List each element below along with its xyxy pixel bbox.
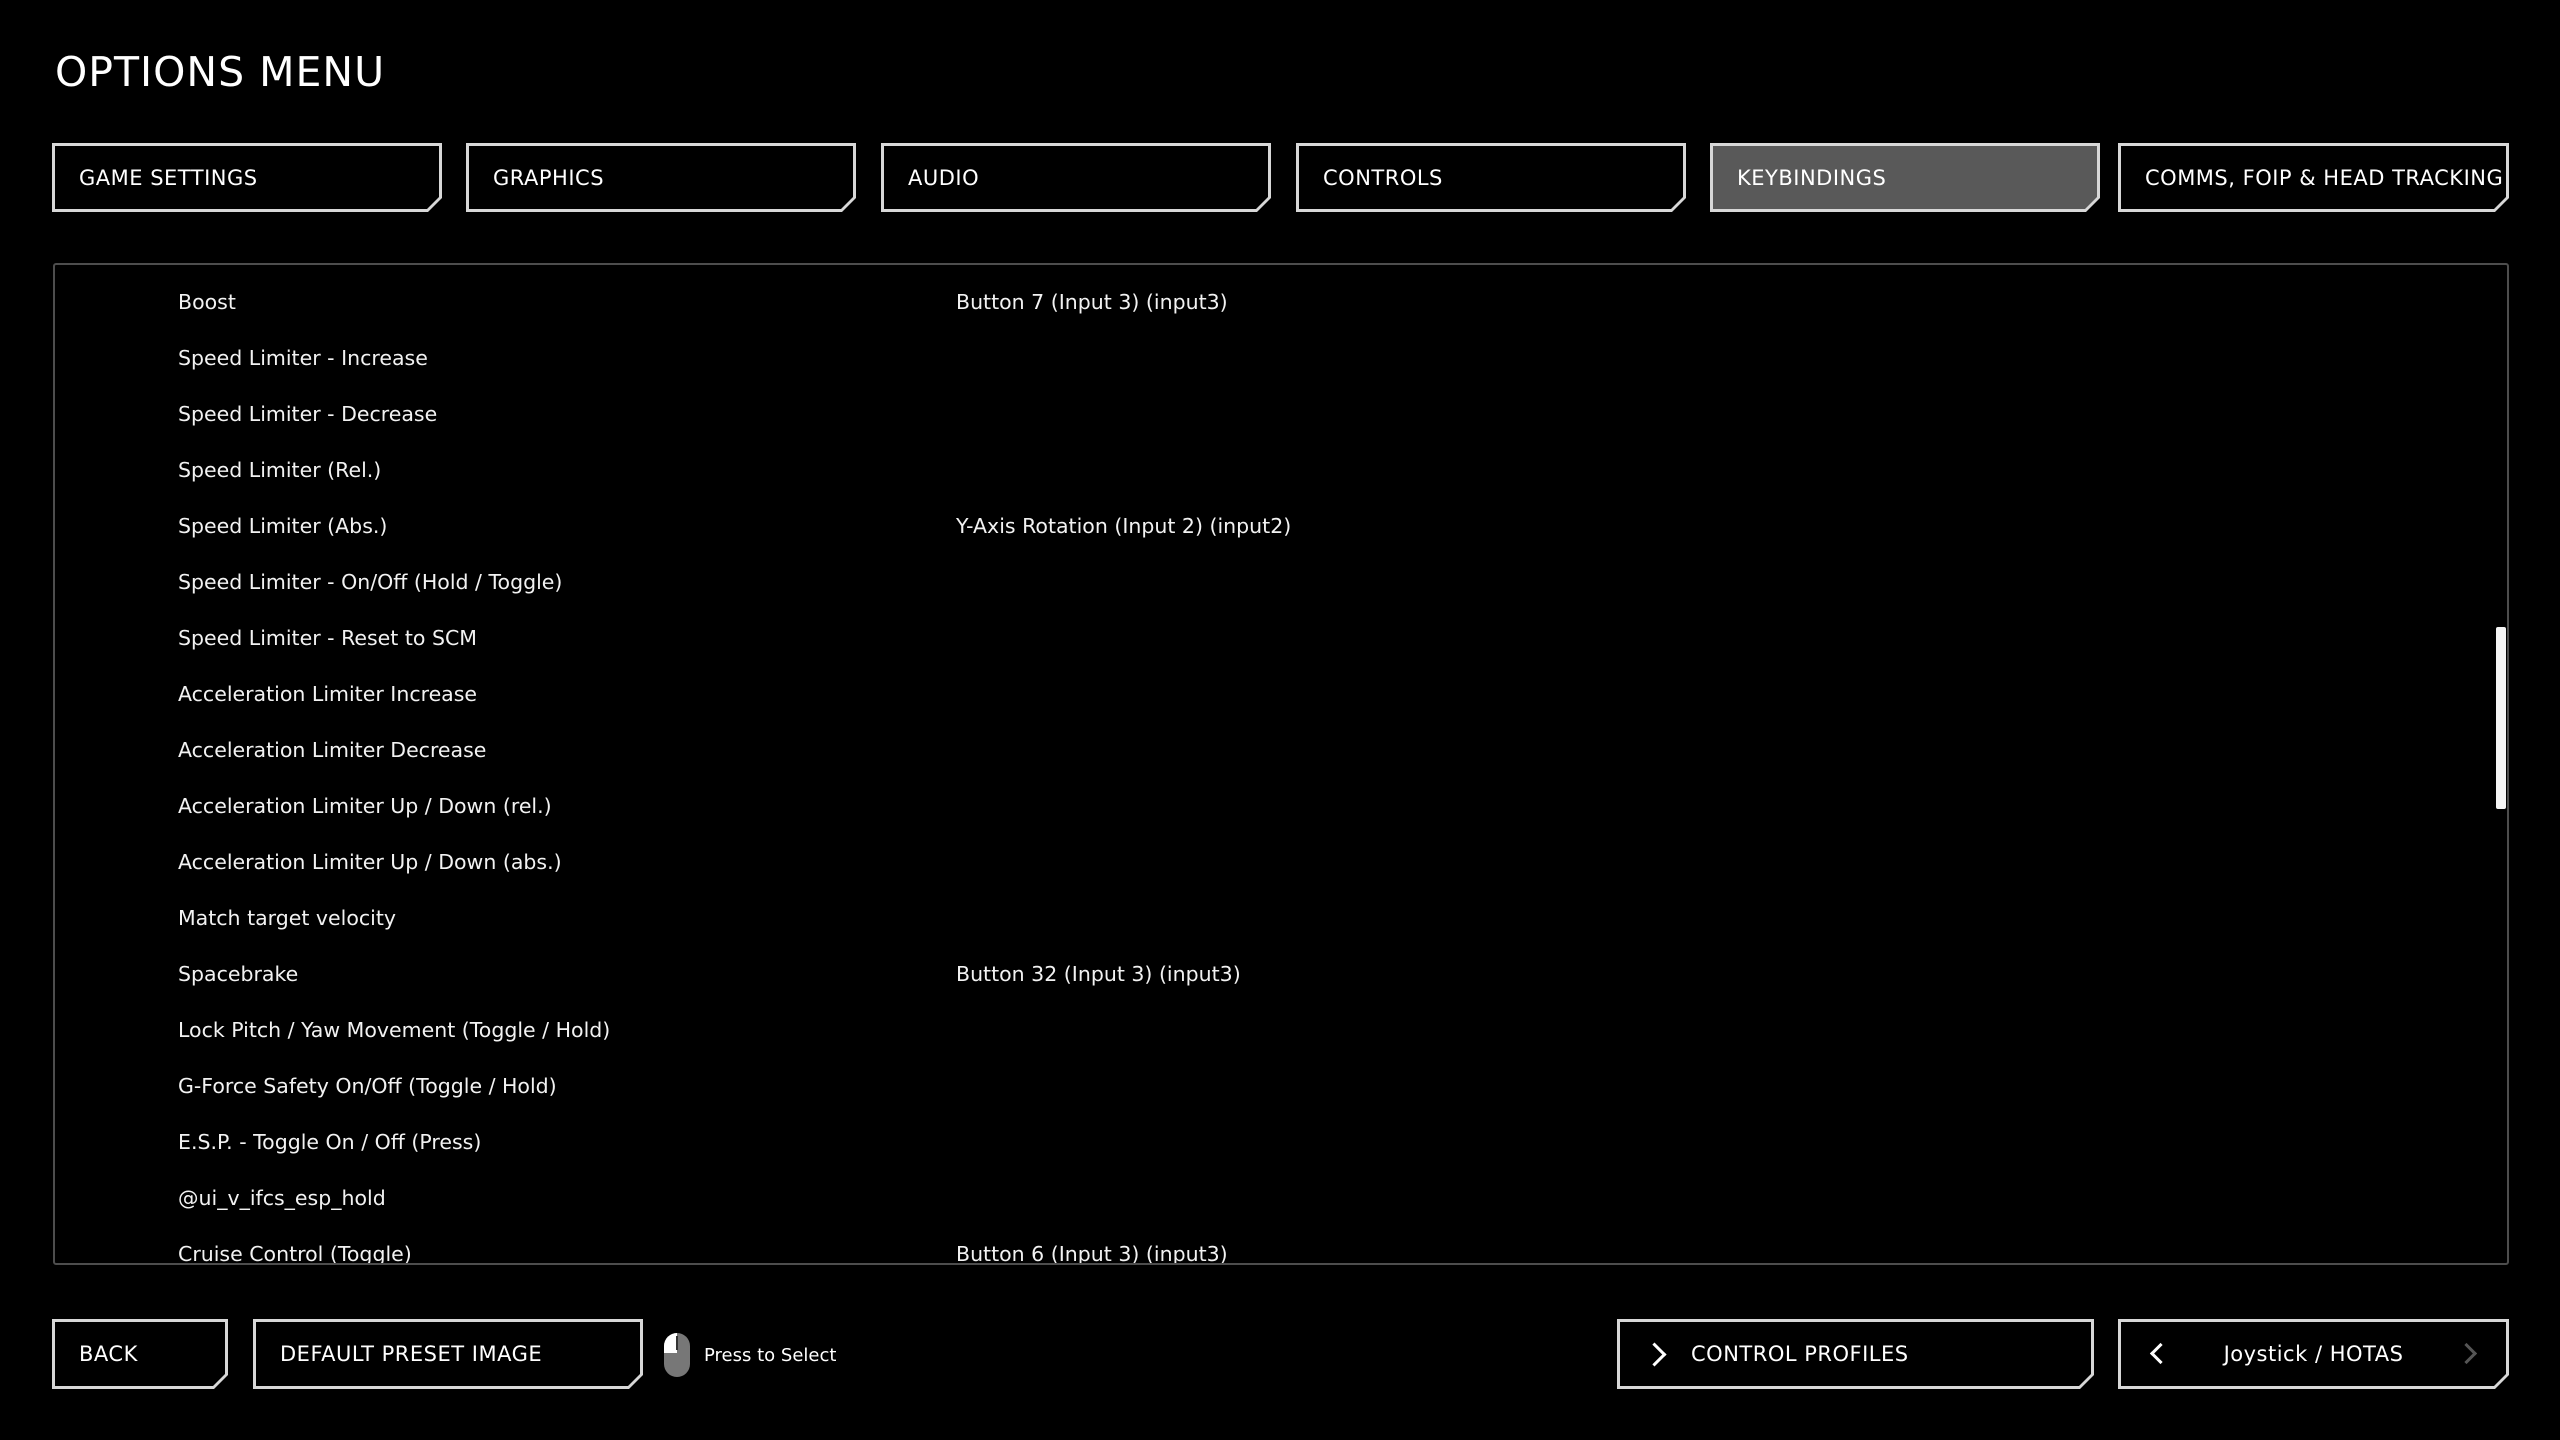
action-label: Acceleration Limiter Up / Down (abs.) bbox=[178, 850, 562, 874]
control-profiles-content: CONTROL PROFILES bbox=[1620, 1322, 2091, 1386]
binding-value: Button 32 (Input 3) (input3) bbox=[956, 962, 1241, 986]
action-label: Speed Limiter - On/Off (Hold / Toggle) bbox=[178, 570, 563, 594]
action-label: Speed Limiter - Increase bbox=[178, 346, 428, 370]
binding-value: Y-Axis Rotation (Input 2) (input2) bbox=[956, 514, 1292, 538]
action-label: Acceleration Limiter Increase bbox=[178, 682, 478, 706]
list-item[interactable]: E.S.P. - Toggle On / Off (Press) bbox=[55, 1114, 2507, 1170]
binding-value: Button 6 (Input 3) (input3) bbox=[956, 1242, 1228, 1265]
action-label: Match target velocity bbox=[178, 906, 397, 930]
tab-label: GRAPHICS bbox=[469, 146, 853, 209]
list-item[interactable]: Speed Limiter - On/Off (Hold / Toggle) bbox=[55, 554, 2507, 610]
list-item[interactable]: @ui_v_ifcs_esp_hold bbox=[55, 1170, 2507, 1226]
action-label: Speed Limiter - Reset to SCM bbox=[178, 626, 477, 650]
action-label: Acceleration Limiter Decrease bbox=[178, 738, 487, 762]
action-label: E.S.P. - Toggle On / Off (Press) bbox=[178, 1130, 482, 1154]
action-label: Boost bbox=[178, 290, 236, 314]
tab-label: AUDIO bbox=[884, 146, 1268, 209]
action-label: Speed Limiter (Abs.) bbox=[178, 514, 388, 538]
action-label: @ui_v_ifcs_esp_hold bbox=[178, 1186, 386, 1210]
action-label: Spacebrake bbox=[178, 962, 299, 986]
page-title: OPTIONS MENU bbox=[55, 48, 386, 96]
chevron-right-icon[interactable] bbox=[2456, 1343, 2477, 1364]
list-item[interactable]: Acceleration Limiter Increase bbox=[55, 666, 2507, 722]
list-item[interactable]: Acceleration Limiter Up / Down (rel.) bbox=[55, 778, 2507, 834]
list-item[interactable]: Boost Button 7 (Input 3) (input3) bbox=[55, 274, 2507, 330]
tab-label: GAME SETTINGS bbox=[55, 146, 439, 209]
control-profiles-button[interactable]: CONTROL PROFILES bbox=[1617, 1319, 2094, 1389]
chevron-left-icon[interactable] bbox=[2150, 1343, 2171, 1364]
list-item[interactable]: Speed Limiter (Rel.) bbox=[55, 442, 2507, 498]
tab-keybindings[interactable]: KEYBINDINGS bbox=[1710, 143, 2100, 212]
action-label: Cruise Control (Toggle) bbox=[178, 1242, 412, 1265]
hint-label: Press to Select bbox=[704, 1344, 837, 1366]
tab-audio[interactable]: AUDIO bbox=[881, 143, 1271, 212]
list-item[interactable]: G-Force Safety On/Off (Toggle / Hold) bbox=[55, 1058, 2507, 1114]
list-item[interactable]: Acceleration Limiter Decrease bbox=[55, 722, 2507, 778]
action-label: Speed Limiter - Decrease bbox=[178, 402, 438, 426]
device-label: Joystick / HOTAS bbox=[2223, 1342, 2404, 1366]
keybindings-list[interactable]: Boost Button 7 (Input 3) (input3) Speed … bbox=[53, 263, 2509, 1265]
tab-controls[interactable]: CONTROLS bbox=[1296, 143, 1686, 212]
chevron-right-icon bbox=[1642, 1342, 1666, 1366]
mouse-left-click-icon bbox=[664, 1333, 690, 1377]
default-preset-image-button[interactable]: DEFAULT PRESET IMAGE bbox=[253, 1319, 643, 1389]
tab-label: COMMS, FOIP & HEAD TRACKING bbox=[2121, 146, 2506, 209]
tab-label: KEYBINDINGS bbox=[1713, 146, 2097, 209]
select-hint: Press to Select bbox=[664, 1332, 836, 1378]
action-label: G-Force Safety On/Off (Toggle / Hold) bbox=[178, 1074, 557, 1098]
back-label: BACK bbox=[55, 1322, 225, 1386]
control-profiles-label: CONTROL PROFILES bbox=[1691, 1342, 1909, 1366]
list-item[interactable]: Cruise Control (Toggle) Button 6 (Input … bbox=[55, 1226, 2507, 1265]
list-item[interactable]: Match target velocity bbox=[55, 890, 2507, 946]
tab-comms-foip-head-tracking[interactable]: COMMS, FOIP & HEAD TRACKING bbox=[2118, 143, 2509, 212]
tab-game-settings[interactable]: GAME SETTINGS bbox=[52, 143, 442, 212]
device-selector-content: Joystick / HOTAS bbox=[2121, 1322, 2506, 1386]
list-item[interactable]: Speed Limiter - Reset to SCM bbox=[55, 610, 2507, 666]
scrollbar-thumb[interactable] bbox=[2496, 627, 2506, 809]
tab-label: CONTROLS bbox=[1299, 146, 1683, 209]
action-label: Acceleration Limiter Up / Down (rel.) bbox=[178, 794, 552, 818]
list-item[interactable]: Speed Limiter (Abs.) Y-Axis Rotation (In… bbox=[55, 498, 2507, 554]
list-item[interactable]: Speed Limiter - Decrease bbox=[55, 386, 2507, 442]
back-button[interactable]: BACK bbox=[52, 1319, 228, 1389]
default-preset-label: DEFAULT PRESET IMAGE bbox=[256, 1322, 640, 1386]
action-label: Lock Pitch / Yaw Movement (Toggle / Hold… bbox=[178, 1018, 611, 1042]
action-label: Speed Limiter (Rel.) bbox=[178, 458, 382, 482]
device-selector[interactable]: Joystick / HOTAS bbox=[2118, 1319, 2509, 1389]
list-item[interactable]: Lock Pitch / Yaw Movement (Toggle / Hold… bbox=[55, 1002, 2507, 1058]
list-item[interactable]: Speed Limiter - Increase bbox=[55, 330, 2507, 386]
list-item[interactable]: Spacebrake Button 32 (Input 3) (input3) bbox=[55, 946, 2507, 1002]
list-item[interactable]: Acceleration Limiter Up / Down (abs.) bbox=[55, 834, 2507, 890]
binding-value: Button 7 (Input 3) (input3) bbox=[956, 290, 1228, 314]
tab-graphics[interactable]: GRAPHICS bbox=[466, 143, 856, 212]
